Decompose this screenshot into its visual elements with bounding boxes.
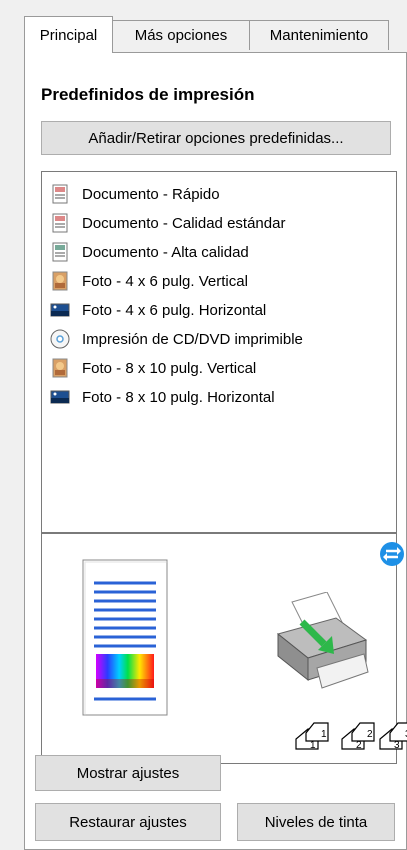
- collate-copy-icon: 1 1: [295, 722, 329, 751]
- tab-principal[interactable]: Principal: [24, 16, 113, 53]
- photo-landscape-icon: [50, 303, 70, 317]
- collate-label-1: 1: [310, 740, 316, 751]
- list-item[interactable]: Documento - Rápido: [50, 182, 220, 206]
- list-item[interactable]: Foto - 4 x 6 pulg. Vertical: [50, 269, 248, 293]
- list-item-label: Impresión de CD/DVD imprimible: [82, 330, 303, 348]
- tab-mas-opciones[interactable]: Más opciones: [112, 20, 250, 50]
- document-icon: [52, 242, 68, 262]
- presets-list[interactable]: Documento - Rápido Documento - Calidad e…: [41, 171, 397, 533]
- collate-label-2: 2: [356, 740, 362, 751]
- show-settings-label: Mostrar ajustes: [76, 764, 180, 782]
- list-item-label: Foto - 8 x 10 pulg. Vertical: [82, 359, 257, 377]
- tab-principal-label: Principal: [39, 26, 98, 44]
- add-remove-presets-button[interactable]: Añadir/Retirar opciones predefinidas...: [41, 121, 391, 155]
- list-item[interactable]: Documento - Alta calidad: [50, 240, 249, 264]
- swap-arrows-icon[interactable]: [379, 541, 405, 567]
- add-remove-presets-label: Añadir/Retirar opciones predefinidas...: [88, 129, 344, 147]
- print-preview: 1 1 2 2 3 3: [41, 533, 407, 764]
- list-item-label: Foto - 8 x 10 pulg. Horizontal: [82, 388, 275, 406]
- collate-label-3: 3: [394, 740, 400, 751]
- list-item-label: Foto - 4 x 6 pulg. Vertical: [82, 272, 248, 290]
- tab-mantenimiento[interactable]: Mantenimiento: [249, 20, 389, 50]
- tab-mas-opciones-label: Más opciones: [134, 27, 228, 44]
- tab-panel-principal: Predefinidos de impresión Añadir/Retirar…: [24, 52, 407, 850]
- restore-settings-label: Restaurar ajustes: [69, 813, 187, 831]
- show-settings-button[interactable]: Mostrar ajustes: [35, 755, 221, 791]
- list-item-label: Foto - 4 x 6 pulg. Horizontal: [82, 301, 267, 319]
- printer-icon: [276, 592, 369, 689]
- page-preview-icon: [82, 559, 168, 716]
- tab-mantenimiento-label: Mantenimiento: [269, 27, 369, 44]
- section-title: Predefinidos de impresión: [41, 85, 255, 104]
- list-item[interactable]: Impresión de CD/DVD imprimible: [50, 327, 303, 351]
- collate-copy-icon: 3 3: [379, 722, 407, 751]
- document-icon: [52, 213, 68, 233]
- disc-icon: [50, 329, 70, 349]
- collate-label-2b: 2: [367, 729, 373, 740]
- list-item-label: Documento - Alta calidad: [82, 243, 249, 261]
- list-item[interactable]: Documento - Calidad estándar: [50, 211, 285, 235]
- photo-portrait-icon: [52, 358, 68, 378]
- restore-settings-button[interactable]: Restaurar ajustes: [35, 803, 221, 841]
- list-item[interactable]: Foto - 8 x 10 pulg. Vertical: [50, 356, 256, 380]
- document-icon: [52, 184, 68, 204]
- list-item-label: Documento - Rápido: [82, 185, 220, 203]
- list-item-label: Documento - Calidad estándar: [82, 214, 286, 232]
- collate-copy-icon: 2 2: [341, 722, 375, 751]
- ink-levels-button[interactable]: Niveles de tinta: [237, 803, 395, 841]
- photo-portrait-icon: [52, 271, 68, 291]
- ink-levels-label: Niveles de tinta: [264, 813, 368, 831]
- collate-label-1b: 1: [321, 729, 327, 740]
- list-item[interactable]: Foto - 8 x 10 pulg. Horizontal: [50, 385, 275, 409]
- list-item[interactable]: Foto - 4 x 6 pulg. Horizontal: [50, 298, 266, 322]
- photo-landscape-icon: [50, 390, 70, 404]
